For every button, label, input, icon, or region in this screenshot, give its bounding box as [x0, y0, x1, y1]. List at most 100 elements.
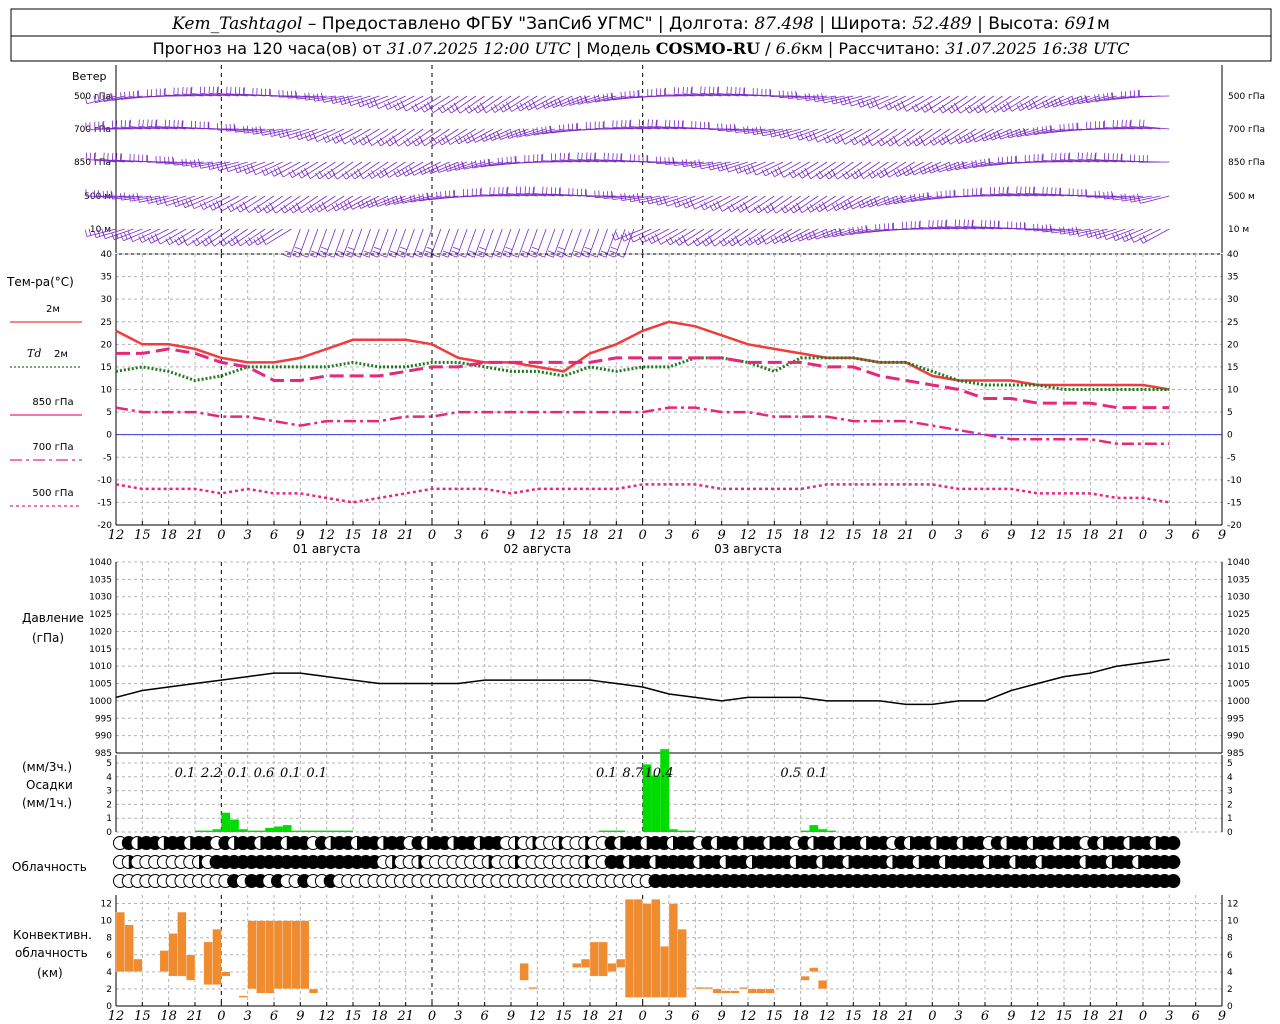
wind-barb-feather — [665, 119, 667, 127]
y-tick-label-left: 5 — [106, 759, 112, 769]
precip-total-label: 0.1 — [596, 766, 617, 781]
precip-bar — [335, 830, 345, 832]
wind-barb-feather — [875, 224, 877, 232]
y-tick-label-right: 25 — [1227, 318, 1238, 328]
precip-bar — [827, 830, 836, 832]
wind-barb-feather — [599, 254, 607, 258]
wind-barb-feather — [1025, 103, 1029, 111]
y-tick-label-left: 6 — [106, 951, 112, 961]
header-part: 31.07.2025 12:00 UTC — [387, 39, 571, 58]
y-tick-label-left: 12 — [101, 900, 112, 910]
x-tick-label: 9 — [718, 528, 726, 543]
wind-barb-feather — [251, 127, 254, 135]
x-tick-label: 9 — [507, 528, 515, 543]
wind-barb-feather — [998, 157, 1000, 165]
convective-bar — [633, 899, 643, 998]
convective-bar — [168, 933, 178, 977]
wind-barb-feather — [611, 192, 614, 200]
wind-barb-feather — [564, 254, 572, 258]
wind-barb-feather — [138, 119, 140, 127]
wind-barb-feather — [685, 159, 688, 167]
wind-barb-feather — [524, 103, 529, 111]
y-tick-label-right: 12 — [1227, 900, 1238, 910]
legend-label: 2м — [54, 349, 68, 360]
wind-barb-feather — [600, 250, 608, 254]
x-tick-label: 0 — [217, 528, 225, 543]
y-tick-label-right: 4 — [1227, 773, 1233, 783]
wind-barb-feather — [344, 254, 352, 258]
convective-bar — [238, 995, 248, 998]
x-tick-label: 12 — [318, 528, 335, 543]
wind-barb-feather — [415, 254, 422, 258]
wind-barb-feather — [1081, 152, 1083, 160]
y-tick-label-right: 6 — [1227, 951, 1233, 961]
convective-bar — [581, 958, 591, 968]
convective-bar — [247, 920, 257, 990]
precip-total-label: 8.7 — [622, 766, 643, 781]
wind-level-label-left: 700 гПа — [74, 125, 111, 135]
wind-barb-feather — [1121, 235, 1125, 242]
wind-barb — [1139, 95, 1170, 97]
convective-bar — [642, 903, 652, 998]
x-tick-label: 9 — [1007, 528, 1015, 543]
x-tick-label: 9 — [1007, 1009, 1015, 1024]
date-label: 03 августа — [714, 542, 782, 556]
wind-barb-feather — [805, 134, 809, 142]
x-tick-label: 21 — [897, 1009, 915, 1024]
precip-total-label: 0.1 — [175, 766, 196, 781]
x-tick-label: 15 — [555, 528, 572, 543]
wind-barb — [509, 228, 521, 258]
wind-barb-feather — [441, 254, 449, 258]
wind-barb-feather — [840, 203, 845, 211]
x-tick-label: 9 — [296, 528, 304, 543]
wind-barb-feather — [610, 246, 618, 251]
wind-barb-feather — [642, 119, 645, 127]
wind-barb — [920, 195, 950, 201]
wind-barb-feather — [337, 250, 345, 254]
convective-bar — [186, 954, 196, 981]
wind-barb-feather — [704, 86, 706, 94]
wind-barb-feather — [181, 159, 184, 167]
wind-barb — [913, 161, 942, 176]
wind-barb — [1036, 95, 1065, 110]
wind-barb-feather — [963, 219, 965, 227]
convective-bar — [703, 987, 714, 990]
x-tick-label: 21 — [897, 528, 915, 543]
convective-panel: 0 02 24 46 68 810 1012 12 — [101, 895, 1239, 1012]
wind-barb-feather — [502, 254, 510, 258]
precip-total-label: 10.4 — [645, 766, 674, 781]
wind-barb — [588, 228, 600, 258]
wind-barb-feather — [1139, 119, 1141, 127]
wind-barb-feather — [734, 125, 737, 133]
wind-barb-feather — [1095, 152, 1097, 160]
x-tick-label: 3 — [454, 528, 462, 543]
wind-barb-feather — [151, 119, 153, 127]
y-tick-label-left: 985 — [95, 749, 112, 759]
wind-barb-feather — [546, 254, 554, 258]
x-tick-label: 6 — [1192, 1009, 1200, 1024]
wind-level-label-right: 700 гПа — [1228, 125, 1265, 135]
wind-barb-feather — [782, 234, 787, 242]
wind-barb-feather — [252, 168, 256, 175]
wind-barb-feather — [573, 254, 580, 258]
precip-title: Осадки — [26, 778, 73, 792]
wind-barb-feather — [590, 254, 598, 258]
wind-barb-feather — [528, 186, 530, 194]
wind-barb-feather — [1060, 152, 1062, 160]
precip-bar — [818, 829, 827, 832]
convective-bar — [712, 988, 722, 994]
x-tick-label: 18 — [582, 1009, 599, 1024]
x-tick-label: 6 — [981, 1009, 989, 1024]
wind-barb-feather — [537, 254, 545, 258]
wind-barb-feather — [586, 152, 588, 160]
y-tick-label-left: 4 — [106, 773, 112, 783]
x-tick-label: 12 — [1029, 528, 1046, 543]
wind-barb-feather — [673, 158, 675, 166]
wind-barb-feather — [546, 187, 548, 195]
wind-barb-feather — [292, 254, 299, 258]
y-tick-label-left: 10 — [101, 917, 113, 927]
temperature-legend: 2м Td 2м 850 гПа 700 гПа 500 гПа — [10, 304, 82, 507]
wind-barb — [535, 228, 547, 258]
wind-barb-feather — [477, 250, 485, 254]
y-tick-label-left: 20 — [101, 340, 113, 350]
